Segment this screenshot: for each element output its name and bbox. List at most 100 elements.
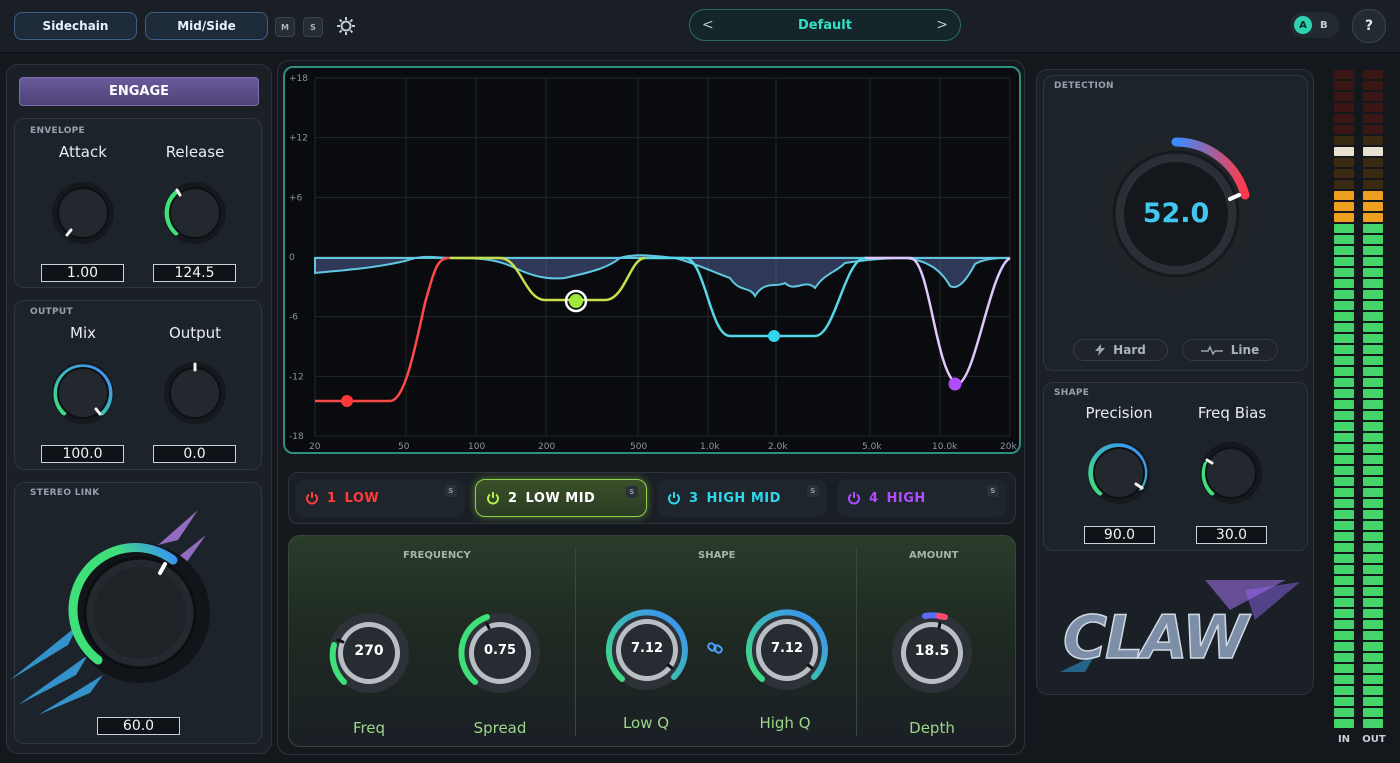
band1-node[interactable] (341, 395, 353, 407)
midside-button[interactable]: Mid/Side (145, 12, 268, 40)
meter-segment (1334, 334, 1354, 343)
output-knob[interactable] (160, 358, 230, 428)
ab-a-button[interactable]: A (1294, 16, 1312, 34)
power-icon[interactable] (667, 491, 681, 505)
y-tick-label: +12 (289, 134, 308, 144)
x-tick-label: 50 (398, 442, 410, 452)
meter-segment (1334, 180, 1354, 189)
band-4-tab[interactable]: 4 HIGH S (837, 479, 1007, 517)
eq-graph[interactable]: +18 +12 +6 0 -6 -12 -18 20 50 100 200 500 1.0k 2.0k 5… (283, 66, 1021, 454)
band-1-solo-button[interactable]: S (445, 485, 457, 497)
output-meter-label: OUT (1362, 734, 1386, 745)
link-icon[interactable] (707, 640, 723, 656)
meter-segment (1334, 642, 1354, 651)
y-tick-label: 0 (289, 253, 295, 263)
preset-name[interactable]: Default (798, 18, 852, 33)
meter-segment (1363, 488, 1383, 497)
band-2-name: LOW MID (525, 490, 596, 506)
stereo-link-value-field[interactable]: 60.0 (97, 717, 180, 735)
depth-knob-value: 18.5 (914, 643, 950, 659)
x-tick-label: 20 (309, 442, 321, 452)
freq-bias-value-field[interactable]: 30.0 (1196, 526, 1267, 544)
meter-segment (1334, 235, 1354, 244)
preset-selector[interactable]: < Default > (689, 9, 961, 41)
release-knob[interactable] (160, 178, 230, 248)
meter-segment (1334, 345, 1354, 354)
attack-value-field[interactable]: 1.00 (41, 264, 124, 282)
meter-segment (1334, 246, 1354, 255)
band3-node[interactable] (768, 330, 780, 342)
mid-button[interactable]: M (275, 17, 295, 37)
side-button[interactable]: S (303, 17, 323, 37)
hard-mode-button[interactable]: Hard (1073, 339, 1168, 361)
meter-segment (1363, 719, 1383, 728)
meter-segment (1363, 224, 1383, 233)
divider (856, 548, 857, 736)
envelope-caption: ENVELOPE (30, 126, 86, 136)
band-3-tab[interactable]: 3 HIGH MID S (657, 479, 827, 517)
output-caption: OUTPUT (30, 307, 73, 317)
band-4-name: HIGH (886, 490, 926, 506)
mix-value-field[interactable]: 100.0 (41, 445, 124, 463)
precision-value-field[interactable]: 90.0 (1084, 526, 1155, 544)
meter-segment (1363, 466, 1383, 475)
ab-compare-toggle[interactable]: A B (1290, 12, 1340, 38)
band-2-solo-button[interactable]: S (626, 486, 638, 498)
band-3-solo-button[interactable]: S (807, 485, 819, 497)
shape-caption: SHAPE (1054, 388, 1090, 398)
meter-segment (1334, 653, 1354, 662)
preset-next-button[interactable]: > (936, 17, 948, 33)
release-value-field[interactable]: 124.5 (153, 264, 236, 282)
meter-segment (1363, 653, 1383, 662)
x-tick-label: 2.0k (768, 442, 788, 452)
freq-bias-label: Freq Bias (1197, 404, 1267, 422)
line-mode-button[interactable]: Line (1182, 339, 1278, 361)
band2-node[interactable] (569, 294, 583, 308)
meter-segment (1363, 609, 1383, 618)
freq-bias-knob[interactable] (1196, 438, 1266, 508)
band-3-number: 3 (689, 490, 699, 506)
help-button[interactable]: ? (1352, 9, 1386, 43)
power-icon[interactable] (486, 491, 500, 505)
high-q-label: High Q (759, 714, 811, 732)
sidechain-button[interactable]: Sidechain (14, 12, 137, 40)
meter-segment (1334, 257, 1354, 266)
precision-knob[interactable] (1084, 438, 1154, 508)
eq-graph-svg[interactable]: +18 +12 +6 0 -6 -12 -18 20 50 100 200 500 1.0k 2.0k 5… (285, 68, 1019, 452)
meter-segment (1334, 433, 1354, 442)
meter-segment (1363, 554, 1383, 563)
meter-segment (1363, 521, 1383, 530)
stereo-link-knob[interactable] (65, 538, 215, 688)
input-meter-label: IN (1337, 734, 1351, 745)
meter-segment (1334, 191, 1354, 200)
meter-segment (1334, 268, 1354, 277)
band4-node[interactable] (948, 377, 962, 391)
meter-segment (1363, 587, 1383, 596)
meter-segment (1334, 510, 1354, 519)
meter-segment (1334, 422, 1354, 431)
low-q-knob-value: 7.12 (630, 641, 664, 656)
meter-segment (1363, 279, 1383, 288)
x-tick-label: 500 (630, 442, 647, 452)
band-4-solo-button[interactable]: S (987, 485, 999, 497)
gear-icon[interactable] (335, 15, 357, 37)
meter-segment (1363, 323, 1383, 332)
attack-knob[interactable] (48, 178, 118, 248)
band-2-tab[interactable]: 2 LOW MID S (475, 479, 647, 517)
mix-knob[interactable] (48, 358, 118, 428)
freq-knob-value: 270 (354, 643, 384, 659)
meter-segment (1334, 70, 1354, 79)
meter-segment (1363, 114, 1383, 123)
output-value-field[interactable]: 0.0 (153, 445, 236, 463)
meter-segment (1334, 279, 1354, 288)
meter-segment (1363, 356, 1383, 365)
line-mode-label: Line (1230, 343, 1260, 357)
power-icon[interactable] (847, 491, 861, 505)
engage-button[interactable]: ENGAGE (19, 77, 259, 106)
preset-prev-button[interactable]: < (702, 17, 714, 33)
ab-b-button[interactable]: B (1320, 20, 1328, 31)
power-icon[interactable] (305, 491, 319, 505)
input-meter (1334, 70, 1354, 732)
band-1-tab[interactable]: 1 LOW S (295, 479, 465, 517)
meter-segment (1363, 565, 1383, 574)
